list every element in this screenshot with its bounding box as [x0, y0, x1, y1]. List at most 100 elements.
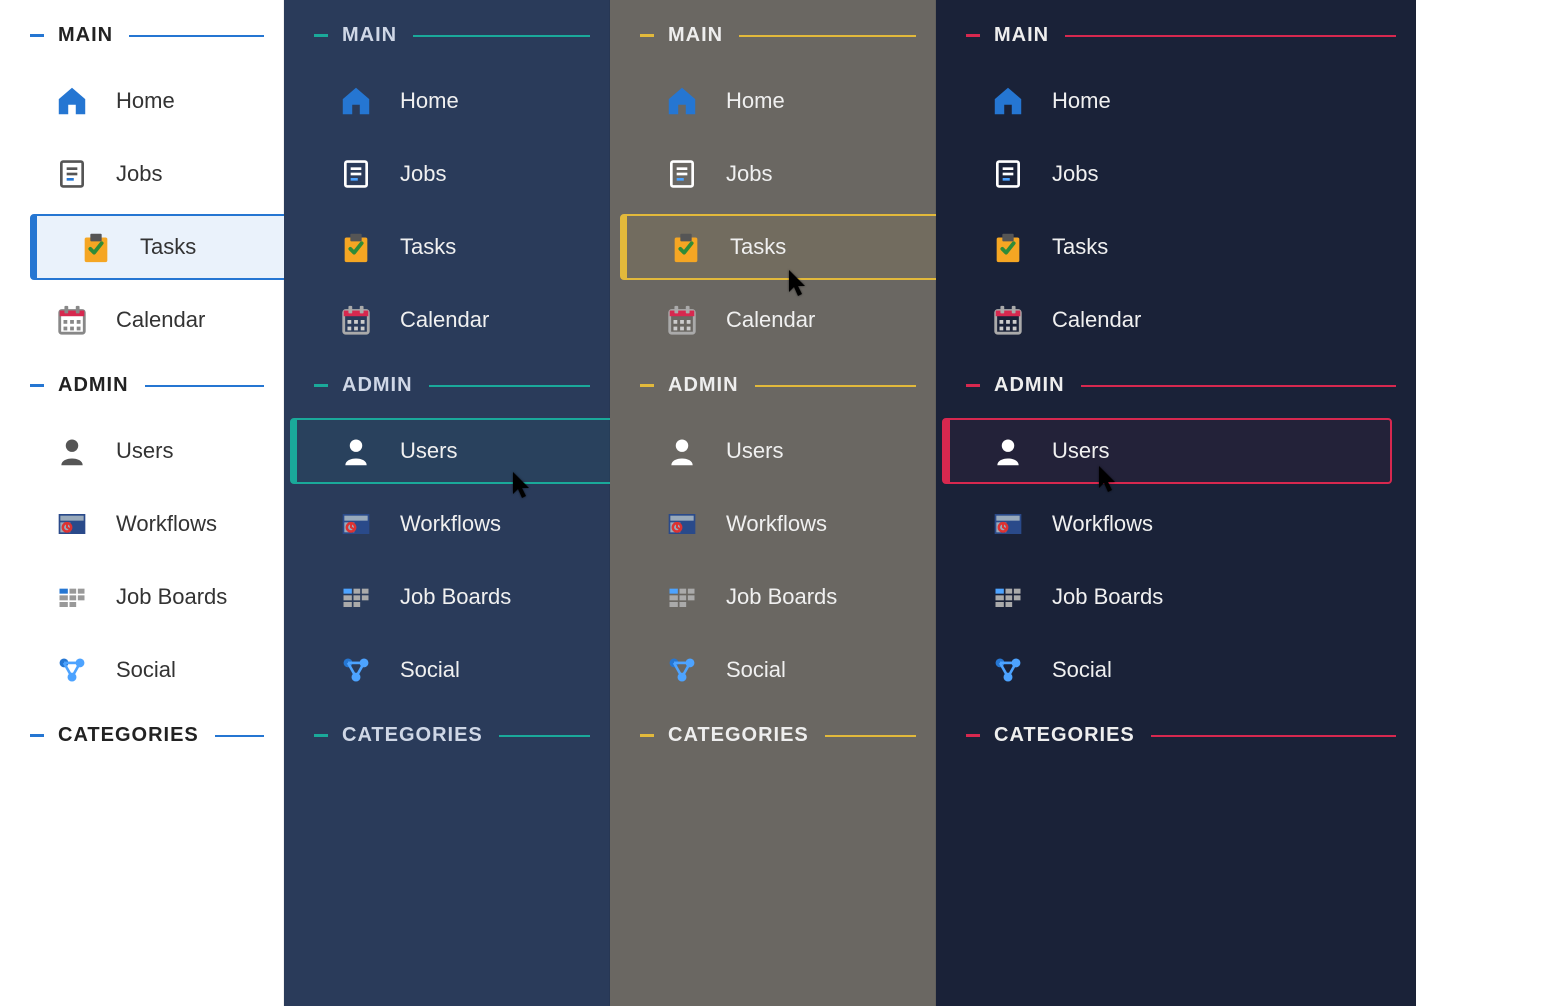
nav-item-workflows[interactable]: Workflows — [290, 491, 604, 557]
section-line — [1081, 385, 1396, 387]
nav-item-home[interactable]: Home — [290, 68, 604, 134]
section-dash — [966, 34, 980, 37]
section-line — [129, 35, 264, 37]
nav-label: Job Boards — [726, 584, 837, 610]
social-icon — [990, 652, 1026, 688]
nav-item-jobs[interactable]: Jobs — [616, 141, 930, 207]
nav-item-users[interactable]: Users — [942, 418, 1392, 484]
section-header-categories: CATEGORIES — [0, 710, 284, 761]
nav-item-users[interactable]: Users — [6, 418, 278, 484]
nav-item-jobboards[interactable]: Job Boards — [290, 564, 604, 630]
section-label: CATEGORIES — [58, 724, 199, 747]
nav-label: Job Boards — [116, 584, 227, 610]
section-dash — [640, 384, 654, 387]
section-dash — [640, 34, 654, 37]
nav-item-workflows[interactable]: Workflows — [6, 491, 278, 557]
calendar-icon — [54, 302, 90, 338]
social-icon — [338, 652, 374, 688]
section-label: ADMIN — [58, 374, 129, 397]
tasks-icon — [990, 229, 1026, 265]
section-label: MAIN — [342, 24, 397, 47]
nav-label: Tasks — [140, 234, 196, 260]
workflows-icon — [338, 506, 374, 542]
workflows-icon — [990, 506, 1026, 542]
nav-item-tasks[interactable]: Tasks — [620, 214, 940, 280]
nav-item-home[interactable]: Home — [616, 68, 930, 134]
section-header-main: MAIN — [936, 10, 1416, 61]
nav-label: Social — [726, 657, 786, 683]
section-label: MAIN — [668, 24, 723, 47]
section-header-admin: ADMIN — [610, 360, 936, 411]
nav-item-social[interactable]: Social — [942, 637, 1410, 703]
nav-item-tasks[interactable]: Tasks — [290, 214, 604, 280]
nav-label: Calendar — [116, 307, 205, 333]
nav-label: Tasks — [400, 234, 456, 260]
nav-label: Jobs — [726, 161, 772, 187]
nav-item-jobboards[interactable]: Job Boards — [942, 564, 1410, 630]
nav-item-users[interactable]: Users — [290, 418, 614, 484]
nav-item-jobs[interactable]: Jobs — [6, 141, 278, 207]
jobboards-icon — [54, 579, 90, 615]
jobboards-icon — [338, 579, 374, 615]
section-label: ADMIN — [994, 374, 1065, 397]
nav-label: Job Boards — [400, 584, 511, 610]
sidebar-panel-warm-yellow: MAIN Home Jobs Tasks Calendar ADMIN User… — [610, 0, 936, 1006]
nav-item-calendar[interactable]: Calendar — [290, 287, 604, 353]
nav-label: Calendar — [726, 307, 815, 333]
nav-item-home[interactable]: Home — [942, 68, 1410, 134]
calendar-icon — [990, 302, 1026, 338]
nav-item-social[interactable]: Social — [616, 637, 930, 703]
section-dash — [30, 34, 44, 37]
nav-item-users[interactable]: Users — [616, 418, 930, 484]
nav-label: Calendar — [400, 307, 489, 333]
nav-item-jobboards[interactable]: Job Boards — [6, 564, 278, 630]
section-label: ADMIN — [342, 374, 413, 397]
users-icon — [664, 433, 700, 469]
nav-item-calendar[interactable]: Calendar — [6, 287, 278, 353]
cursor-icon — [1098, 466, 1118, 494]
section-line — [1065, 35, 1396, 37]
social-icon — [54, 652, 90, 688]
nav-label: Calendar — [1052, 307, 1141, 333]
nav-label: Home — [726, 88, 785, 114]
section-label: CATEGORIES — [668, 724, 809, 747]
nav-label: Jobs — [1052, 161, 1098, 187]
nav-item-workflows[interactable]: Workflows — [942, 491, 1410, 557]
section-dash — [314, 34, 328, 37]
section-dash — [966, 734, 980, 737]
section-line — [739, 35, 916, 37]
nav-item-social[interactable]: Social — [290, 637, 604, 703]
section-line — [499, 735, 590, 737]
nav-item-calendar[interactable]: Calendar — [616, 287, 930, 353]
nav-label: Home — [116, 88, 175, 114]
sidebar-panel-navy-teal: MAIN Home Jobs Tasks Calendar ADMIN User… — [284, 0, 610, 1006]
nav-item-calendar[interactable]: Calendar — [942, 287, 1410, 353]
section-header-main: MAIN — [284, 10, 610, 61]
nav-label: Users — [726, 438, 783, 464]
nav-item-workflows[interactable]: Workflows — [616, 491, 930, 557]
section-label: CATEGORIES — [342, 724, 483, 747]
workflows-icon — [664, 506, 700, 542]
nav-label: Jobs — [116, 161, 162, 187]
nav-item-home[interactable]: Home — [6, 68, 278, 134]
section-dash — [30, 384, 44, 387]
nav-item-tasks[interactable]: Tasks — [30, 214, 288, 280]
home-icon — [338, 83, 374, 119]
nav-item-social[interactable]: Social — [6, 637, 278, 703]
nav-label: Users — [400, 438, 457, 464]
nav-item-tasks[interactable]: Tasks — [942, 214, 1410, 280]
section-header-admin: ADMIN — [936, 360, 1416, 411]
nav-item-jobs[interactable]: Jobs — [942, 141, 1410, 207]
nav-item-jobs[interactable]: Jobs — [290, 141, 604, 207]
nav-label: Users — [1052, 438, 1109, 464]
section-dash — [640, 734, 654, 737]
nav-item-jobboards[interactable]: Job Boards — [616, 564, 930, 630]
social-icon — [664, 652, 700, 688]
section-line — [1151, 735, 1396, 737]
section-dash — [30, 734, 44, 737]
nav-label: Job Boards — [1052, 584, 1163, 610]
section-line — [145, 385, 264, 387]
jobboards-icon — [990, 579, 1026, 615]
nav-label: Home — [1052, 88, 1111, 114]
section-header-main: MAIN — [0, 10, 284, 61]
